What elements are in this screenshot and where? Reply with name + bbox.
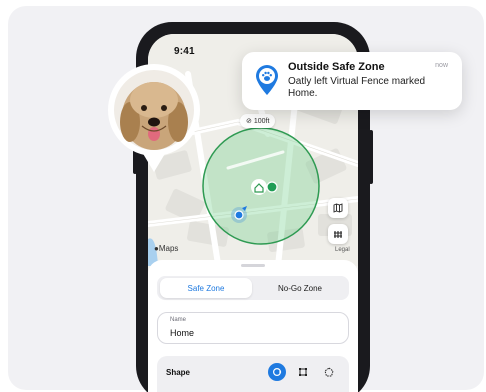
shape-selector: Shape [157, 356, 349, 392]
scale-label: 100ft [253, 117, 270, 125]
bottom-sheet: Safe Zone No-Go Zone Name Home Shape [148, 260, 358, 392]
square-icon [299, 368, 307, 376]
paw-pin-icon [254, 64, 280, 96]
notification-body: Oatly left Virtual Fence marked Home. [288, 76, 426, 99]
circle-icon [272, 367, 282, 377]
shape-square-button[interactable] [294, 363, 312, 381]
notification-title: Outside Safe Zone [288, 61, 385, 73]
shape-polygon-button[interactable] [320, 363, 338, 381]
zone-type-segmented-control: Safe Zone No-Go Zone [157, 276, 349, 300]
map-type-button[interactable] [328, 198, 348, 218]
name-field-label: Name [170, 317, 187, 323]
fence-button[interactable] [328, 224, 348, 244]
fence-icon [334, 231, 342, 238]
polygon-icon [324, 367, 334, 377]
tab-no-go-zone[interactable]: No-Go Zone [254, 278, 346, 298]
name-field-value[interactable]: Home [170, 328, 194, 338]
status-time: 9:41 [174, 46, 195, 57]
map-icon [333, 203, 343, 213]
shape-label: Shape [166, 368, 191, 377]
sheet-grabber[interactable] [241, 264, 265, 267]
map-scale: ⊘ 100ft [240, 114, 276, 128]
name-field[interactable]: Name Home [157, 312, 349, 344]
legal-link[interactable]: Legal [335, 247, 350, 253]
shape-circle-button[interactable] [268, 363, 286, 381]
notification-time: now [435, 62, 448, 69]
maps-attribution: ●Maps [154, 244, 179, 253]
tab-safe-zone[interactable]: Safe Zone [160, 278, 252, 298]
phone-button-right [369, 130, 373, 184]
pet-avatar-pin[interactable] [104, 64, 204, 174]
scale-icon: ⊘ [246, 118, 252, 125]
notification-card[interactable]: Outside Safe Zone Oatly left Virtual Fen… [242, 52, 462, 110]
